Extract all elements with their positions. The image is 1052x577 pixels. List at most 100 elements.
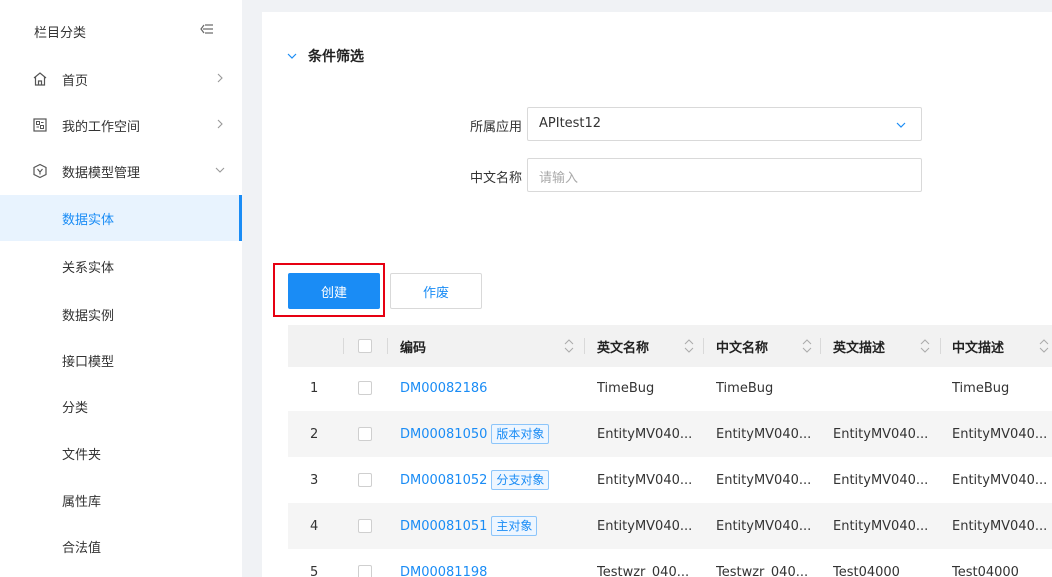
sidebar-subitem-label: 分类: [62, 401, 89, 416]
sidebar-title: 栏目分类: [34, 26, 87, 41]
en-desc-cell: Test04000: [833, 564, 900, 577]
sidebar-subitem-label: 关系实体: [62, 261, 115, 276]
en-name-cell: EntityMV040...: [597, 472, 693, 488]
sidebar-item-data-model[interactable]: 数据模型管理: [0, 148, 242, 194]
cn-name-cell: EntityMV040...: [716, 472, 812, 488]
en-name-cell: TimeBug: [597, 380, 655, 396]
code-link[interactable]: DM00082186: [400, 381, 487, 396]
workspace-icon: [33, 118, 47, 132]
table-row[interactable]: 4 DM00081051 主对象 EntityMV040... EntityMV…: [288, 503, 1052, 549]
sidebar-subitem-data-entity[interactable]: 数据实体: [0, 195, 242, 241]
sort-icon[interactable]: [564, 339, 574, 353]
header-cn-name: 中文名称: [716, 340, 769, 356]
sort-icon[interactable]: [1039, 339, 1049, 353]
model-icon: [33, 163, 47, 179]
cn-desc-cell: EntityMV040...: [952, 426, 1048, 442]
chevron-down-icon: [896, 122, 906, 128]
chevron-right-icon: [217, 73, 223, 83]
chevron-down-icon: [215, 167, 225, 173]
header-en-desc: 英文描述: [833, 340, 886, 356]
en-desc-cell: EntityMV040...: [833, 472, 929, 488]
home-icon: [33, 72, 47, 86]
sidebar-subitem-label: 接口模型: [62, 355, 115, 370]
row-index: 5: [310, 564, 319, 577]
code-cell: DM00081050 版本对象: [400, 411, 584, 457]
table-row[interactable]: 1 DM00082186 TimeBug TimeBug TimeBug: [288, 365, 1052, 411]
table-row[interactable]: 3 DM00081052 分支对象 EntityMV040... EntityM…: [288, 457, 1052, 503]
row-index: 3: [310, 472, 319, 488]
cn-desc-cell: TimeBug: [952, 380, 1010, 396]
name-input-placeholder: 请输入: [539, 171, 579, 186]
sort-icon[interactable]: [684, 339, 694, 353]
filter-header[interactable]: 条件筛选: [286, 46, 364, 66]
branch-tag: 分支对象: [491, 470, 550, 490]
sidebar-item-home[interactable]: 首页: [0, 56, 242, 102]
row-index: 1: [310, 380, 319, 396]
code-link[interactable]: DM00081052: [400, 473, 487, 488]
row-index: 2: [310, 426, 319, 442]
sort-icon[interactable]: [920, 339, 930, 353]
sidebar-subitem-data-instance[interactable]: 数据实例: [0, 291, 242, 337]
row-checkbox[interactable]: [358, 473, 372, 487]
sidebar-item-workspace[interactable]: 我的工作空间: [0, 102, 242, 148]
app-select[interactable]: APItest12: [527, 107, 922, 141]
select-all-checkbox[interactable]: [358, 339, 372, 353]
sidebar-subitem-label: 属性库: [62, 495, 102, 510]
header-cn-desc: 中文描述: [952, 340, 1005, 356]
code-link[interactable]: DM00081198: [400, 565, 487, 577]
name-form-row: 中文名称 请输入: [262, 158, 1052, 194]
header-code: 编码: [400, 340, 427, 356]
cn-name-cell: EntityMV040...: [716, 426, 812, 442]
row-checkbox[interactable]: [358, 519, 372, 533]
row-checkbox[interactable]: [358, 381, 372, 395]
main-panel: 条件筛选 所属应用 APItest12 中文名称 请输入 创建 作废 编码 英文…: [262, 12, 1052, 577]
en-name-cell: EntityMV040...: [597, 426, 693, 442]
sidebar-subitem-attribute-library[interactable]: 属性库: [0, 477, 242, 523]
code-cell: DM00081052 分支对象: [400, 457, 584, 503]
version-tag: 版本对象: [491, 424, 550, 444]
chevron-right-icon: [217, 119, 223, 129]
chevron-down-icon: [287, 53, 297, 59]
row-checkbox[interactable]: [358, 427, 372, 441]
sidebar-subitem-relation-entity[interactable]: 关系实体: [0, 243, 242, 289]
sidebar-subitem-label: 数据实体: [62, 213, 115, 228]
sidebar-subitem-interface-model[interactable]: 接口模型: [0, 337, 242, 383]
en-desc-cell: [833, 365, 933, 411]
name-input[interactable]: 请输入: [527, 158, 922, 192]
cn-name-cell: TimeBug: [716, 380, 774, 396]
table-row[interactable]: 5 DM00081198 Testwzr_040... Testwzr_040.…: [288, 549, 1052, 577]
app-label: 所属应用: [469, 120, 522, 135]
cn-desc-cell: EntityMV040...: [952, 472, 1048, 488]
cn-desc-cell: EntityMV040...: [952, 518, 1048, 534]
cn-name-cell: Testwzr_040...: [716, 564, 809, 577]
sidebar-subitem-label: 文件夹: [62, 448, 102, 463]
sidebar-subitem-category[interactable]: 分类: [0, 383, 242, 429]
en-desc-cell: EntityMV040...: [833, 426, 929, 442]
code-cell: DM00081051 主对象: [400, 503, 584, 549]
sidebar-item-label: 我的工作空间: [62, 120, 141, 135]
sidebar-subitem-folder[interactable]: 文件夹: [0, 430, 242, 476]
create-button[interactable]: 创建: [288, 273, 380, 309]
en-name-cell: Testwzr_040...: [597, 564, 690, 577]
table-header: 编码 英文名称 中文名称 英文描述 中文描述: [288, 325, 1052, 367]
main-object-tag: 主对象: [491, 516, 538, 536]
cn-desc-cell: Test04000: [952, 564, 1019, 577]
code-cell: DM00081198: [400, 549, 584, 577]
code-cell: DM00082186: [400, 365, 584, 411]
collapse-left-icon[interactable]: [200, 22, 214, 36]
sort-icon[interactable]: [802, 339, 812, 353]
row-checkbox[interactable]: [358, 565, 372, 577]
code-link[interactable]: DM00081051: [400, 519, 487, 534]
en-name-cell: EntityMV040...: [597, 518, 693, 534]
sidebar-subitem-label: 合法值: [62, 541, 102, 556]
app-form-row: 所属应用 APItest12: [262, 107, 1052, 143]
void-button[interactable]: 作废: [390, 273, 482, 309]
code-link[interactable]: DM00081050: [400, 427, 487, 442]
sidebar-subitem-legal-values[interactable]: 合法值: [0, 523, 242, 569]
sidebar-header: 栏目分类: [0, 0, 242, 56]
en-desc-cell: EntityMV040...: [833, 518, 929, 534]
name-label: 中文名称: [469, 171, 522, 186]
sidebar-subitem-label: 数据实例: [62, 309, 115, 324]
filter-title: 条件筛选: [308, 49, 364, 65]
table-row[interactable]: 2 DM00081050 版本对象 EntityMV040... EntityM…: [288, 411, 1052, 457]
